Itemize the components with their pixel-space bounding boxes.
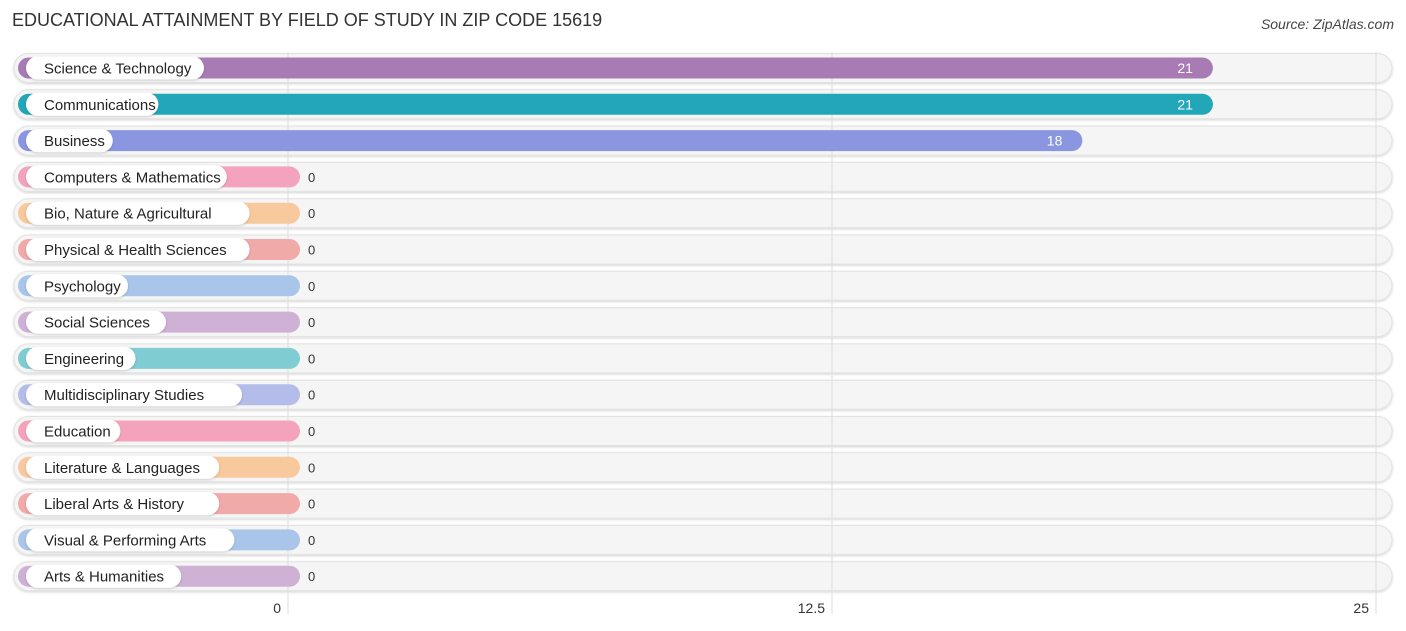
category-label: Communications — [44, 97, 156, 114]
value-label: 0 — [308, 569, 315, 584]
category-label: Liberal Arts & History — [44, 496, 185, 513]
category-label: Social Sciences — [44, 315, 150, 332]
bar[interactable] — [18, 130, 1083, 152]
category-label: Computers & Mathematics — [44, 169, 221, 186]
value-label: 0 — [308, 497, 315, 512]
value-label: 18 — [1047, 133, 1063, 149]
category-label: Science & Technology — [44, 61, 192, 78]
value-label: 0 — [308, 315, 315, 330]
value-label: 0 — [308, 533, 315, 548]
category-label: Multidisciplinary Studies — [44, 387, 204, 404]
value-label: 0 — [308, 460, 315, 475]
value-label: 0 — [308, 243, 315, 258]
category-label: Business — [44, 133, 105, 150]
category-label: Arts & Humanities — [44, 569, 164, 586]
bar-chart: Science & Technology 21 Communications 21 Bu… — [13, 52, 1393, 616]
value-label: 0 — [308, 279, 315, 294]
category-label: Engineering — [44, 351, 124, 368]
category-label: Psychology — [44, 278, 121, 295]
value-label: 0 — [308, 206, 315, 221]
category-label: Visual & Performing Arts — [44, 532, 206, 549]
category-label: Literature & Languages — [44, 460, 200, 477]
x-tick-label: 12.5 — [798, 600, 825, 616]
bar[interactable] — [18, 93, 1213, 115]
value-label: 0 — [308, 424, 315, 439]
category-label: Physical & Health Sciences — [44, 242, 227, 259]
x-tick-label: 0 — [273, 600, 281, 616]
value-label: 0 — [308, 351, 315, 366]
x-tick-label: 25 — [1353, 600, 1369, 616]
category-label: Bio, Nature & Agricultural — [44, 206, 212, 223]
value-label: 21 — [1177, 96, 1193, 112]
value-label: 21 — [1177, 60, 1193, 76]
category-label: Education — [44, 424, 111, 441]
value-label: 0 — [308, 170, 315, 185]
value-label: 0 — [308, 388, 315, 403]
